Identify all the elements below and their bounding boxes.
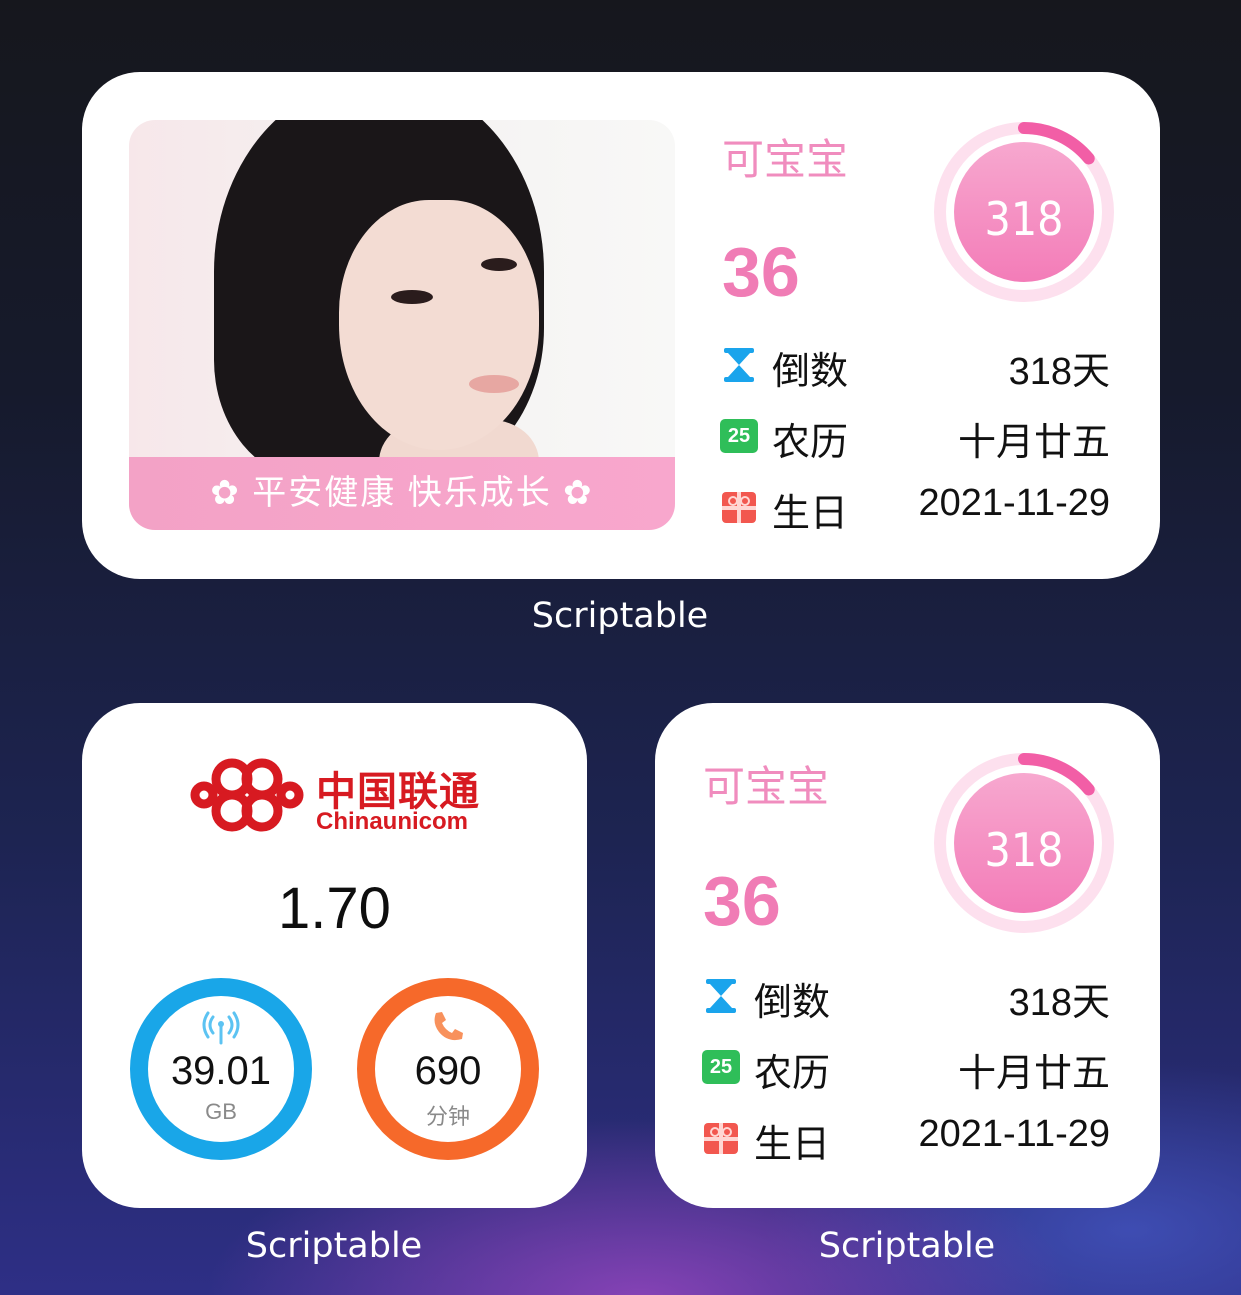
unicom-widget[interactable]: 中国联通 Chinaunicom 1.70 39.01 GB 690 分钟	[82, 703, 587, 1208]
phone-icon	[434, 1012, 463, 1041]
balance-value: 1.70	[278, 876, 391, 941]
baby-name: 可宝宝	[703, 763, 830, 810]
countdown-ring: 318	[932, 751, 1116, 935]
row-countdown: 倒数 318天	[720, 340, 1110, 393]
hourglass-icon	[706, 979, 736, 1013]
ring-number: 318	[984, 823, 1064, 877]
calendar-icon: 25	[702, 1048, 740, 1086]
data-unit: GB	[205, 1099, 237, 1124]
row-value: 318天	[1008, 982, 1110, 1024]
blessing-banner: ✿ 平安健康 快乐成长 ✿	[129, 457, 675, 530]
row-value: 318天	[1008, 351, 1110, 393]
gift-icon	[704, 1123, 738, 1154]
row-birthday: 生日 2021-11-29	[702, 1113, 1110, 1166]
age-days: 36	[722, 233, 800, 311]
baby-name: 可宝宝	[722, 136, 849, 183]
countdown-ring: 318	[932, 120, 1116, 304]
data-value: 39.01	[170, 1049, 272, 1093]
widget-caption: Scriptable	[531, 596, 709, 636]
voice-value: 690	[414, 1049, 482, 1093]
countdown-widget-medium[interactable]: ✿ 平安健康 快乐成长 ✿ 可宝宝 36 318 倒数 318天 25 农历 十…	[82, 72, 1160, 579]
row-lunar: 25 农历 十月廿五	[720, 411, 1110, 464]
row-label: 生日	[754, 1124, 831, 1166]
logo-english: Chinaunicom	[316, 808, 469, 835]
row-value: 十月廿五	[957, 422, 1110, 464]
widget-caption: Scriptable	[245, 1226, 423, 1266]
countdown-widget-small[interactable]: 可宝宝 36 318 倒数 318天 25 农历 十月廿五 生日 2021-11…	[655, 703, 1160, 1208]
row-value: 2021-11-29	[918, 1113, 1110, 1155]
calendar-icon: 25	[720, 417, 758, 455]
row-label: 农历	[772, 422, 849, 464]
ring-number: 318	[984, 192, 1064, 246]
unicom-logo-icon	[190, 758, 304, 832]
voice-unit: 分钟	[425, 1104, 470, 1129]
widget-caption: Scriptable	[818, 1226, 996, 1266]
row-label: 生日	[772, 493, 849, 535]
data-gauge: 39.01 GB	[129, 977, 313, 1161]
row-birthday: 生日 2021-11-29	[720, 482, 1110, 535]
row-lunar: 25 农历 十月廿五	[702, 1042, 1110, 1095]
gift-icon	[722, 492, 756, 523]
row-countdown: 倒数 318天	[702, 971, 1110, 1024]
signal-icon	[202, 1011, 240, 1045]
row-label: 倒数	[754, 982, 831, 1024]
cake-icon	[937, 123, 957, 146]
row-value: 十月廿五	[957, 1053, 1110, 1095]
voice-gauge: 690 分钟	[356, 977, 540, 1161]
cake-icon	[937, 754, 957, 777]
age-days: 36	[703, 862, 781, 940]
portrait-photo: ✿ 平安健康 快乐成长 ✿	[129, 120, 675, 530]
row-value: 2021-11-29	[918, 482, 1110, 524]
hourglass-icon	[724, 348, 754, 382]
row-label: 农历	[754, 1053, 831, 1095]
row-label: 倒数	[772, 351, 849, 393]
